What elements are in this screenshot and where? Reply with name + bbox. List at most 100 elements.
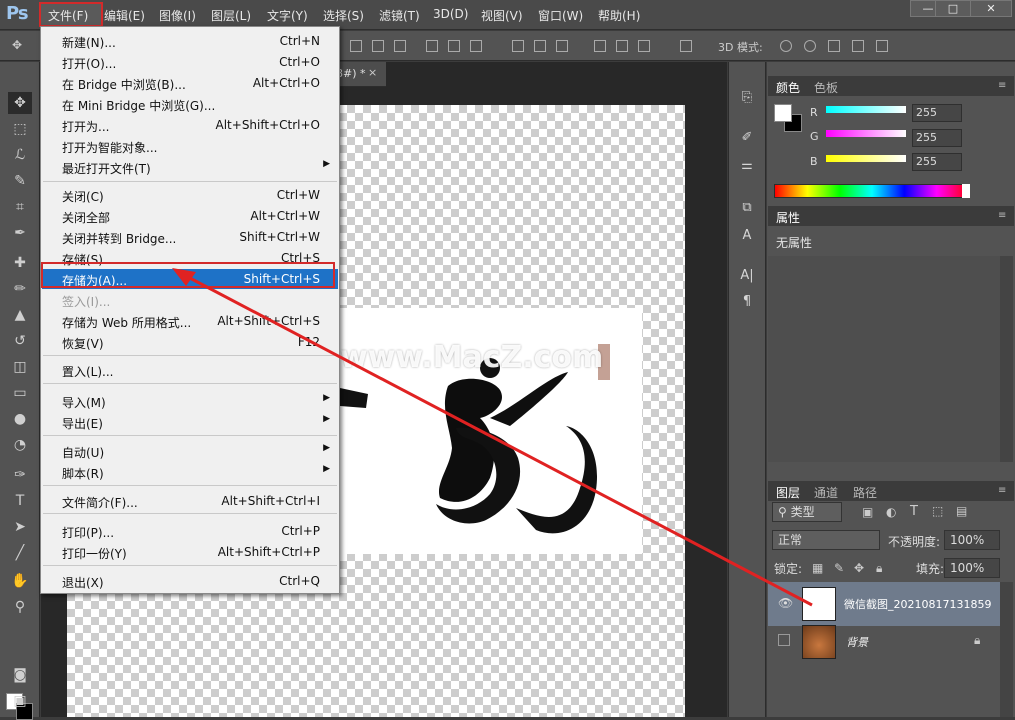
b-slider[interactable] [826, 155, 906, 162]
filter-adjust-icon[interactable]: ◐ [886, 505, 896, 519]
quick-mask-icon[interactable]: ◙ [8, 664, 32, 686]
line-tool-icon[interactable]: ╱ [8, 542, 32, 564]
align-bottom-icon[interactable] [394, 40, 406, 52]
menu-layer[interactable]: 图层(L) [211, 7, 251, 24]
filter-type-icon[interactable]: T [910, 504, 918, 519]
pen-tool-icon[interactable]: ✑ [8, 464, 32, 486]
adjustments-icon[interactable]: ⚌ [737, 158, 757, 176]
menu-item-save-for-web[interactable]: 存储为 Web 所用格式... Alt+Shift+Ctrl+S [42, 311, 338, 331]
panel-menu-icon[interactable]: ≡ [998, 80, 1006, 91]
menu-file[interactable]: 文件(F) [48, 7, 88, 24]
blur-tool-icon[interactable]: ● [8, 408, 32, 430]
color-spectrum[interactable] [774, 184, 970, 198]
paragraph-panel-icon[interactable]: ¶ [737, 294, 757, 312]
maximize-button[interactable]: □ [935, 0, 971, 17]
gradient-tool-icon[interactable]: ▭ [8, 382, 32, 404]
close-window-button[interactable]: ✕ [970, 0, 1012, 17]
character-styles-icon[interactable]: A [737, 228, 757, 246]
menu-item-exit[interactable]: 退出(X) Ctrl+Q [42, 571, 338, 591]
healing-brush-tool-icon[interactable]: ✚ [8, 252, 32, 274]
menu-item-browse-mini-bridge[interactable]: 在 Mini Bridge 中浏览(G)... [42, 94, 338, 114]
menu-image[interactable]: 图像(I) [159, 7, 196, 24]
lock-transparent-icon[interactable]: ▦ [812, 561, 823, 575]
menu-item-place[interactable]: 置入(L)... [42, 360, 338, 380]
3d-scale-icon[interactable] [876, 40, 888, 52]
tab-properties[interactable]: 属性 [770, 206, 806, 226]
3d-slide-icon[interactable] [852, 40, 864, 52]
tab-layers[interactable]: 图层 [770, 481, 806, 501]
menu-item-open-as-smart-object[interactable]: 打开为智能对象... [42, 136, 338, 156]
menu-item-close-all[interactable]: 关闭全部 Alt+Ctrl+W [42, 206, 338, 226]
g-value-field[interactable]: 255 [912, 129, 962, 147]
tab-paths[interactable]: 路径 [853, 484, 877, 501]
auto-align-icon[interactable] [680, 40, 692, 52]
menu-item-scripts[interactable]: 脚本(R) ▶ [42, 462, 338, 482]
b-value-field[interactable]: 255 [912, 153, 962, 171]
menu-edit[interactable]: 编辑(E) [104, 7, 145, 24]
filter-pixel-icon[interactable]: ▣ [862, 505, 873, 519]
menu-item-browse-bridge[interactable]: 在 Bridge 中浏览(B)... Alt+Ctrl+O [42, 73, 338, 93]
clone-stamp-tool-icon[interactable]: ▲ [8, 304, 32, 326]
align-left-icon[interactable] [426, 40, 438, 52]
brush-tool-icon[interactable]: ✏ [8, 278, 32, 300]
3d-pan-icon[interactable] [828, 40, 840, 52]
opacity-field[interactable]: 100% [944, 530, 1000, 550]
blend-mode-dropdown[interactable]: 正常 [772, 530, 880, 550]
panel-menu-icon[interactable]: ≡ [998, 210, 1006, 221]
menu-item-print-one-copy[interactable]: 打印一份(Y) Alt+Shift+Ctrl+P [42, 542, 338, 562]
r-slider[interactable] [826, 106, 906, 113]
tab-swatches[interactable]: 色板 [814, 79, 838, 96]
menu-window[interactable]: 窗口(W) [538, 7, 583, 24]
visibility-toggle[interactable] [778, 634, 790, 646]
r-value-field[interactable]: 255 [912, 104, 962, 122]
hand-tool-icon[interactable]: ✋ [8, 570, 32, 592]
filter-smart-icon[interactable]: ▤ [956, 504, 967, 518]
menu-view[interactable]: 视图(V) [481, 7, 523, 24]
clone-source-icon[interactable]: ⧉ [737, 200, 757, 218]
menu-item-print[interactable]: 打印(P)... Ctrl+P [42, 521, 338, 541]
menu-item-file-info[interactable]: 文件简介(F)... Alt+Shift+Ctrl+I [42, 491, 338, 511]
menu-item-revert[interactable]: 恢复(V) F12 [42, 332, 338, 352]
tab-color[interactable]: 颜色 [770, 76, 806, 96]
distribute-bottom-icon[interactable] [556, 40, 568, 52]
menu-item-import[interactable]: 导入(M) ▶ [42, 391, 338, 411]
filter-shape-icon[interactable]: ⬚ [932, 504, 943, 518]
tab-channels[interactable]: 通道 [814, 484, 838, 501]
layer-filter-dropdown[interactable]: ⚲ 类型 [772, 502, 842, 522]
distribute-hcenter-icon[interactable] [616, 40, 628, 52]
fill-field[interactable]: 100% [944, 558, 1000, 578]
menu-item-recent-files[interactable]: 最近打开文件(T) ▶ [42, 157, 338, 177]
g-slider[interactable] [826, 130, 906, 137]
distribute-right-icon[interactable] [638, 40, 650, 52]
layer-row-background[interactable]: 背景 🔒︎ [768, 620, 1000, 664]
path-select-tool-icon[interactable]: ➤ [8, 516, 32, 538]
quick-select-tool-icon[interactable]: ✎ [8, 170, 32, 192]
align-vcenter-icon[interactable] [372, 40, 384, 52]
menu-3d[interactable]: 3D(D) [433, 7, 468, 21]
menu-item-open-as[interactable]: 打开为... Alt+Shift+Ctrl+O [42, 115, 338, 135]
properties-scrollbar[interactable] [1000, 256, 1013, 462]
menu-item-new[interactable]: 新建(N)... Ctrl+N [42, 31, 338, 51]
layers-scrollbar[interactable] [1000, 582, 1013, 717]
distribute-vcenter-icon[interactable] [534, 40, 546, 52]
brush-presets-icon[interactable]: ✐ [737, 130, 757, 148]
menu-type[interactable]: 文字(Y) [267, 7, 308, 24]
type-tool-icon[interactable]: T [8, 490, 32, 512]
marquee-tool-icon[interactable]: ⬚ [8, 118, 32, 140]
menu-item-close-go-bridge[interactable]: 关闭并转到 Bridge... Shift+Ctrl+W [42, 227, 338, 247]
history-brush-tool-icon[interactable]: ↺ [8, 330, 32, 352]
align-right-icon[interactable] [470, 40, 482, 52]
character-panel-icon[interactable]: A| [737, 268, 757, 286]
menu-item-close[interactable]: 关闭(C) Ctrl+W [42, 185, 338, 205]
align-hcenter-icon[interactable] [448, 40, 460, 52]
lock-position-icon[interactable]: ✥ [854, 561, 864, 575]
lock-image-icon[interactable]: ✎ [834, 561, 844, 575]
document-tab-close-icon[interactable]: × [368, 66, 377, 79]
3d-rotate-icon[interactable] [780, 40, 792, 52]
menu-item-export[interactable]: 导出(E) ▶ [42, 412, 338, 432]
menu-item-automate[interactable]: 自动(U) ▶ [42, 441, 338, 461]
menu-filter[interactable]: 滤镜(T) [379, 7, 420, 24]
menu-select[interactable]: 选择(S) [323, 7, 364, 24]
lasso-tool-icon[interactable]: ℒ [8, 144, 32, 166]
history-panel-icon[interactable]: ⎘ [737, 90, 757, 108]
